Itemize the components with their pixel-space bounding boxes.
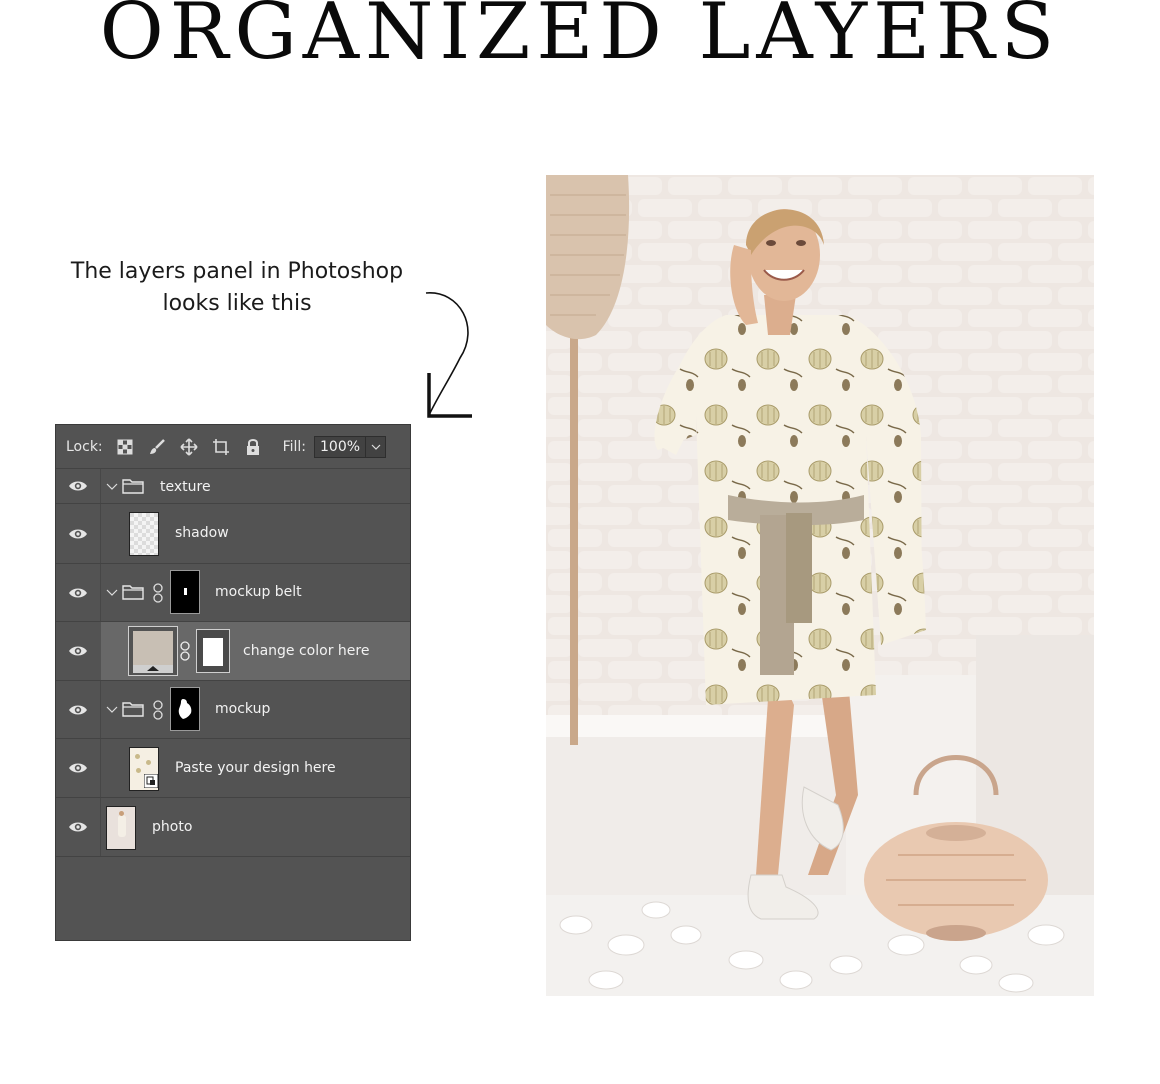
folder-icon [122,585,144,600]
visibility-eye-icon[interactable] [68,586,88,600]
layer-mask-thumbnail [196,629,230,673]
lock-bar: Lock: Fill: 100% [56,425,410,469]
smart-object-icon [144,774,158,788]
folder-icon [122,479,144,494]
row-separator [100,681,101,738]
page-heading: ORGANIZED LAYERS [99,0,1061,77]
visibility-eye-icon[interactable] [68,703,88,717]
expand-chevron-icon[interactable] [105,705,119,715]
fill-control: Fill: 100% [282,435,386,458]
photo-thumbnail [106,806,136,850]
layer-row-photo[interactable]: photo [56,798,410,857]
layer-name: mockup belt [215,584,302,600]
mask-link-icon[interactable] [180,641,190,661]
caption-line-1: The layers panel in Photoshop [70,259,404,284]
lock-artboard-icon[interactable] [209,435,233,459]
visibility-eye-icon[interactable] [68,527,88,541]
row-separator [100,564,101,621]
fill-input[interactable]: 100% [314,435,366,458]
layer-mask-thumbnail [170,687,200,731]
layers-panel: Lock: Fill: 100% texture shadow mockup b… [55,424,411,941]
color-swatch [133,631,173,665]
layer-name: Paste your design here [175,760,336,776]
expand-chevron-icon[interactable] [105,482,119,492]
mockup-photo-illustration [546,175,1094,996]
lock-position-icon[interactable] [177,435,201,459]
lock-all-icon[interactable] [241,435,265,459]
row-separator [100,739,101,797]
layer-mask-thumbnail [170,570,200,614]
layer-row-texture[interactable]: texture [56,469,410,504]
layer-row-mockup-belt[interactable]: mockup belt [56,564,410,622]
row-separator [100,504,101,563]
mask-link-icon[interactable] [153,700,163,720]
lock-transparent-pixels-icon[interactable] [113,435,137,459]
folder-icon [122,702,144,717]
mockup-photo [546,175,1094,996]
mask-link-icon[interactable] [153,583,163,603]
layer-row-paste-your-design-here[interactable]: Paste your design here [56,739,410,798]
caption-line-2: looks like this [162,291,312,316]
layer-name: photo [152,819,193,835]
curved-arrow-icon [425,292,472,418]
fill-label: Fill: [282,438,306,455]
layer-thumbnail [129,512,159,556]
eye-cell [56,622,101,681]
row-separator [100,798,101,856]
lock-image-pixels-icon[interactable] [145,435,169,459]
chevron-down-icon [371,444,380,450]
layer-row-mockup[interactable]: mockup [56,681,410,739]
visibility-eye-icon[interactable] [68,761,88,775]
visibility-eye-icon[interactable] [68,644,88,658]
fill-dropdown-button[interactable] [366,435,386,458]
layer-row-shadow[interactable]: shadow [56,504,410,564]
layer-row-change-color-here[interactable]: change color here [101,622,410,681]
lock-label: Lock: [66,438,103,455]
caption: The layers panel in Photoshop looks like… [52,256,422,320]
visibility-eye-icon[interactable] [68,820,88,834]
layer-name: texture [160,479,211,495]
fill-layer-thumbnail [128,626,178,676]
smart-object-thumbnail [129,747,159,791]
layer-name: shadow [175,525,229,541]
expand-chevron-icon[interactable] [105,588,119,598]
row-separator [100,469,101,503]
visibility-eye-icon[interactable] [68,479,88,493]
layer-name: change color here [243,643,370,659]
layer-name: mockup [215,701,271,717]
